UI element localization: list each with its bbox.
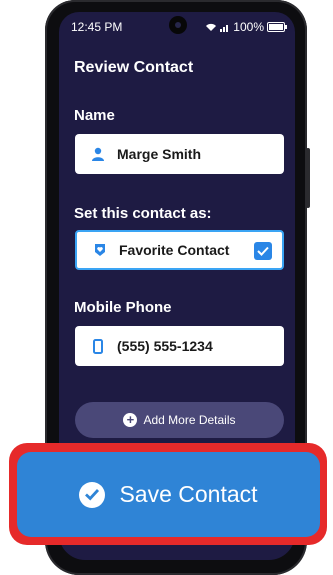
battery-icon (267, 22, 287, 32)
checkmark-icon (257, 246, 269, 256)
heart-badge-icon (91, 241, 109, 259)
favorite-checkbox[interactable] (254, 242, 272, 260)
add-more-details-label: Add More Details (143, 413, 236, 427)
favorite-contact-option[interactable]: Favorite Contact (75, 230, 284, 270)
status-indicators: 100% (205, 20, 287, 34)
person-icon (89, 145, 107, 163)
status-time: 12:45 PM (71, 20, 123, 34)
signal-icon (220, 24, 229, 32)
battery-percent: 100% (233, 20, 264, 34)
save-contact-label: Save Contact (119, 481, 258, 507)
name-label: Name (74, 107, 115, 124)
name-field[interactable]: Marge Smith (75, 134, 284, 174)
save-contact-button[interactable]: Save Contact (17, 452, 320, 537)
phone-side-button (306, 148, 310, 208)
mobile-phone-field[interactable]: (555) 555-1234 (75, 326, 284, 366)
check-circle-icon (79, 481, 106, 508)
plus-icon: + (123, 413, 138, 427)
page-title: Review Contact (74, 59, 194, 76)
name-value: Marge Smith (117, 146, 202, 162)
favorite-contact-text: Favorite Contact (119, 242, 230, 258)
front-camera (169, 16, 187, 34)
add-more-details-button[interactable]: + Add More Details (75, 402, 284, 438)
mobile-phone-value: (555) 555-1234 (117, 338, 213, 354)
set-as-label: Set this contact as: (74, 205, 212, 222)
mobile-phone-label: Mobile Phone (74, 299, 172, 316)
phone-icon (89, 337, 107, 355)
status-bar: 12:45 PM 100% (59, 12, 295, 36)
wifi-icon (206, 23, 217, 31)
